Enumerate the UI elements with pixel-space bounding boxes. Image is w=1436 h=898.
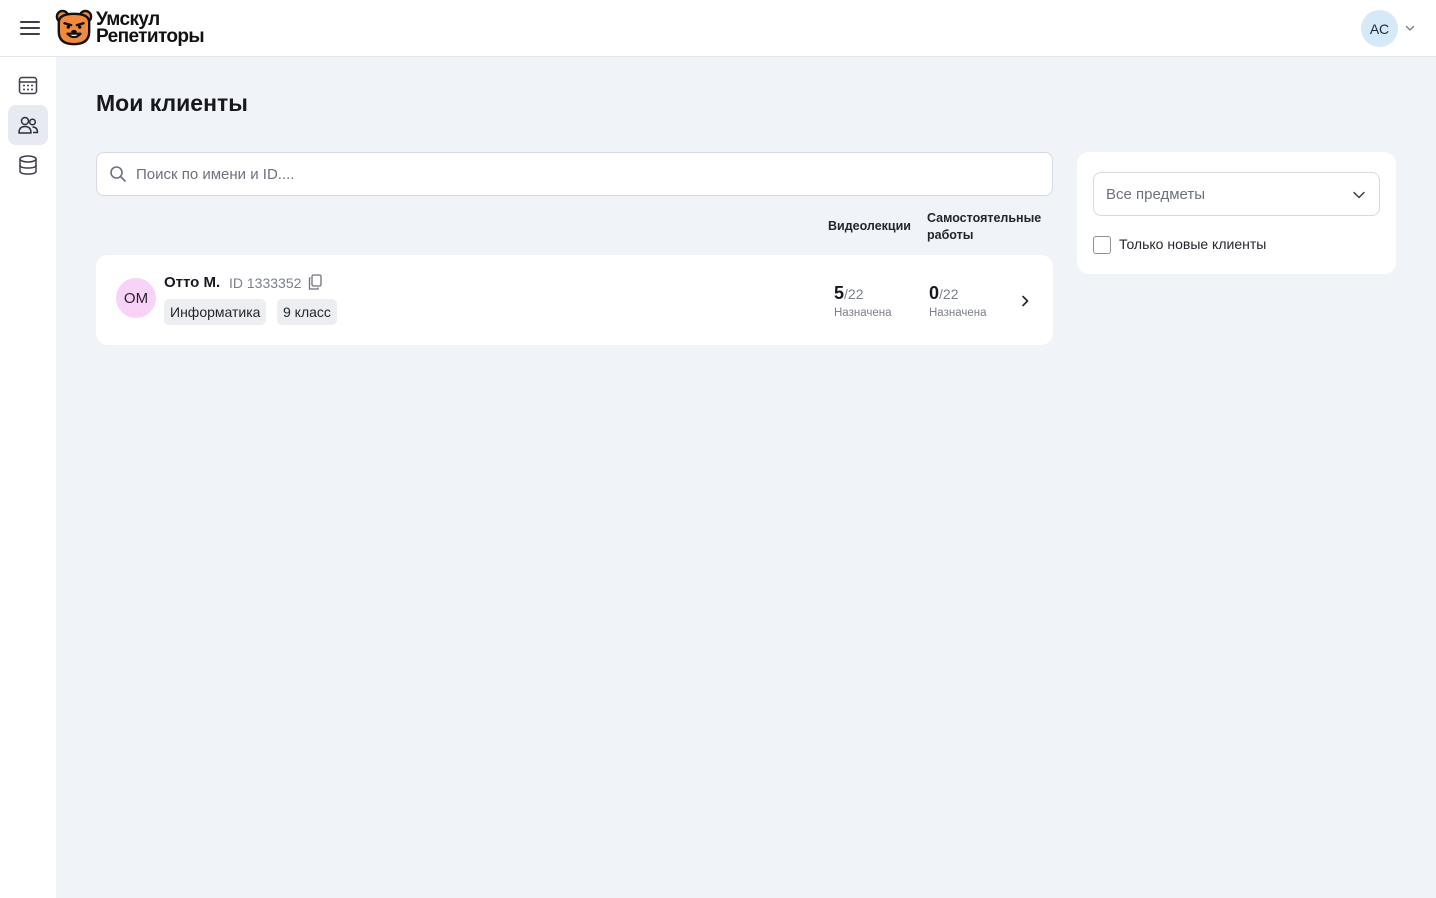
bear-logo-icon [55,9,93,46]
filter-panel: Все предметы Только новые клиенты [1077,152,1396,274]
new-clients-checkbox[interactable] [1093,236,1111,254]
column-header-self-work-line1: Самостоятельные [927,211,1042,225]
client-name: Отто М. [164,274,221,291]
subject-select[interactable]: Все предметы [1093,172,1380,216]
chevron-down-icon [1353,191,1365,199]
search-box [96,152,1053,196]
client-card[interactable]: ОМ Отто М. ID 1333352 Информатика 9 клас… [96,255,1053,345]
client-id: ID 1333352 [229,275,302,291]
video-done: 5 [834,283,845,303]
logo-line-2: Репетиторы [96,26,205,47]
chevron-down-icon[interactable] [1404,22,1416,34]
chevron-right-icon[interactable] [1019,294,1031,308]
subject-select-value: Все предметы [1106,185,1206,203]
search-input[interactable] [136,165,1016,183]
logo-text: Умскул Репетиторы [96,10,205,47]
self-work-status: Назначена [929,307,987,319]
subject-tag: Информатика [164,299,267,325]
column-header-video: Видеолекции [828,219,911,233]
self-work-progress: 0/22 [929,283,958,304]
calendar-icon [18,76,38,95]
app-logo[interactable]: Умскул Репетиторы [55,8,205,48]
page-title: Мои клиенты [96,90,248,116]
self-work-done: 0 [929,283,940,303]
top-header: Умскул Репетиторы АС [0,0,1436,57]
users-icon [18,116,39,134]
new-clients-label[interactable]: Только новые клиенты [1119,236,1266,252]
sidebar [0,57,56,898]
self-work-total: /22 [939,286,959,302]
sidebar-item-schedule[interactable] [8,65,48,105]
menu-icon[interactable] [19,18,41,38]
sidebar-item-clients[interactable] [8,105,48,145]
column-header-self-work-line2: работы [927,228,974,242]
video-progress: 5/22 [834,283,863,304]
video-total: /22 [844,286,864,302]
search-icon [110,166,126,182]
user-avatar[interactable]: АС [1361,10,1398,47]
sidebar-item-database[interactable] [8,145,48,185]
grade-tag: 9 класс [277,299,337,325]
video-status: Назначена [834,307,892,319]
column-header-self-work: Самостоятельные работы [927,210,1041,244]
client-avatar: ОМ [116,278,156,318]
database-icon [19,155,37,175]
copy-icon[interactable] [308,274,322,290]
